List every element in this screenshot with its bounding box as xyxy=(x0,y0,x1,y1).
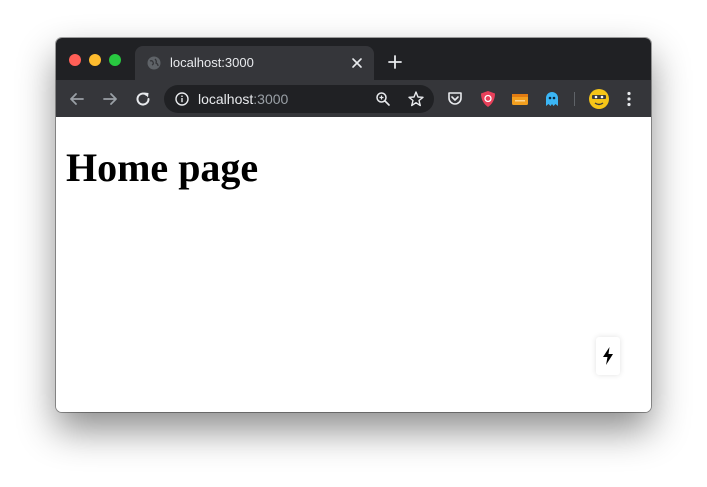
info-icon[interactable] xyxy=(175,92,189,106)
toolbar: localhost:3000 xyxy=(56,80,651,117)
zoom-icon[interactable] xyxy=(375,91,391,107)
lightning-icon xyxy=(603,347,613,365)
toolbar-divider xyxy=(574,92,575,106)
prerender-indicator[interactable] xyxy=(596,337,620,375)
url-text: localhost:3000 xyxy=(198,91,288,107)
back-icon[interactable] xyxy=(67,89,87,109)
close-icon[interactable] xyxy=(348,54,366,72)
reload-icon[interactable] xyxy=(133,89,153,109)
tab-localhost[interactable]: localhost:3000 xyxy=(135,46,374,80)
menu-icon[interactable] xyxy=(619,89,639,109)
page-title: Home page xyxy=(66,145,259,190)
star-icon[interactable] xyxy=(407,90,425,108)
tab-bar: localhost:3000 xyxy=(56,38,651,80)
shield-extension-icon[interactable] xyxy=(478,89,498,109)
tab-title: localhost:3000 xyxy=(170,55,254,70)
ghost-extension-icon[interactable] xyxy=(542,89,562,109)
minimize-window-button[interactable] xyxy=(89,54,101,66)
close-window-button[interactable] xyxy=(69,54,81,66)
page-content: Home page xyxy=(56,117,651,412)
globe-icon xyxy=(147,56,161,70)
address-bar[interactable]: localhost:3000 xyxy=(164,85,434,113)
plus-icon[interactable] xyxy=(386,53,404,71)
url-port: :3000 xyxy=(253,91,289,107)
browser-window: localhost:3000 localhost:3000 Home page xyxy=(56,38,651,412)
avatar[interactable] xyxy=(588,88,610,110)
wallet-extension-icon[interactable] xyxy=(510,89,530,109)
forward-icon[interactable] xyxy=(100,89,120,109)
url-host: localhost xyxy=(198,91,254,107)
pocket-icon[interactable] xyxy=(445,89,465,109)
maximize-window-button[interactable] xyxy=(109,54,121,66)
